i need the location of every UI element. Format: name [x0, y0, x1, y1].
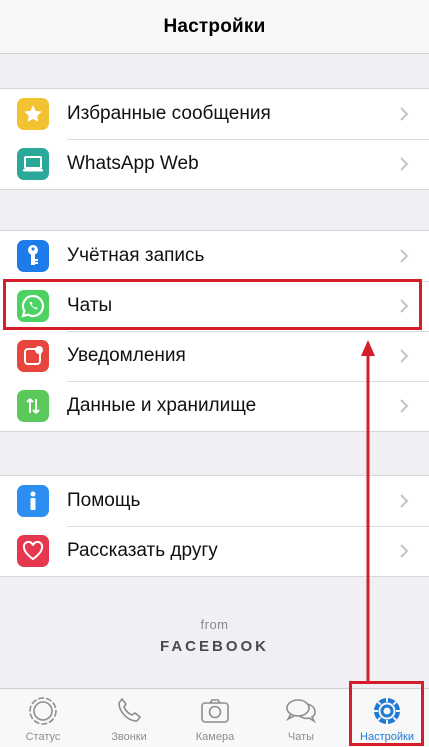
- chevron-right-icon: [400, 157, 409, 171]
- tab-label: Статус: [25, 731, 61, 743]
- chevron-right-icon: [400, 544, 409, 558]
- tab-status[interactable]: Статус: [0, 689, 86, 747]
- tab-calls[interactable]: Звонки: [86, 689, 172, 747]
- chevron-right-icon: [400, 399, 409, 413]
- from-label: from: [200, 617, 229, 632]
- page-title: Настройки: [163, 15, 266, 37]
- settings-item-notifications[interactable]: Уведомления: [0, 331, 429, 381]
- chevron-right-icon: [400, 349, 409, 363]
- info-icon: [17, 485, 49, 517]
- settings-item-tell-friend[interactable]: Рассказать другу: [0, 526, 429, 576]
- facebook-brand: FACEBOOK: [159, 638, 269, 655]
- phone-icon: [118, 697, 142, 722]
- settings-item-whatsapp-web[interactable]: WhatsApp Web: [0, 139, 429, 189]
- settings-item-label: Данные и хранилище: [67, 395, 257, 416]
- settings-item-data-storage[interactable]: Данные и хранилище: [0, 381, 429, 431]
- tab-camera[interactable]: Камера: [172, 689, 258, 747]
- camera-icon: [201, 699, 229, 723]
- tab-label: Чаты: [287, 731, 315, 743]
- status-icon: [29, 697, 57, 725]
- tab-label: Камера: [195, 731, 235, 743]
- star-icon: [17, 98, 49, 130]
- settings-item-label: WhatsApp Web: [67, 153, 199, 174]
- settings-item-help[interactable]: Помощь: [0, 476, 429, 526]
- settings-group-3: Помощь Рассказать другу: [0, 475, 429, 577]
- settings-group-1: Избранные сообщения WhatsApp Web: [0, 88, 429, 190]
- navigation-bar: Настройки: [0, 0, 429, 54]
- key-icon: [17, 240, 49, 272]
- highlight-settings-tab: [349, 681, 424, 746]
- notification-badge-icon: [17, 340, 49, 372]
- settings-item-label: Помощь: [67, 490, 141, 511]
- settings-item-label: Уведомления: [67, 345, 186, 366]
- tab-label: Звонки: [111, 731, 147, 743]
- settings-item-label: Избранные сообщения: [67, 103, 271, 124]
- settings-item-account[interactable]: Учётная запись: [0, 231, 429, 281]
- laptop-icon: [17, 148, 49, 180]
- settings-item-starred-messages[interactable]: Избранные сообщения: [0, 89, 429, 139]
- chats-icon: [285, 699, 316, 724]
- chevron-right-icon: [400, 494, 409, 508]
- settings-item-label: Учётная запись: [67, 245, 205, 266]
- tab-chats[interactable]: Чаты: [258, 689, 344, 747]
- chevron-right-icon: [400, 249, 409, 263]
- data-transfer-icon: [17, 390, 49, 422]
- settings-item-label: Рассказать другу: [67, 540, 218, 561]
- chevron-right-icon: [400, 107, 409, 121]
- settings-group-2: Учётная запись Чаты Уведомления Данные и…: [0, 230, 429, 432]
- heart-icon: [17, 535, 49, 567]
- highlight-chats-row: [3, 279, 422, 330]
